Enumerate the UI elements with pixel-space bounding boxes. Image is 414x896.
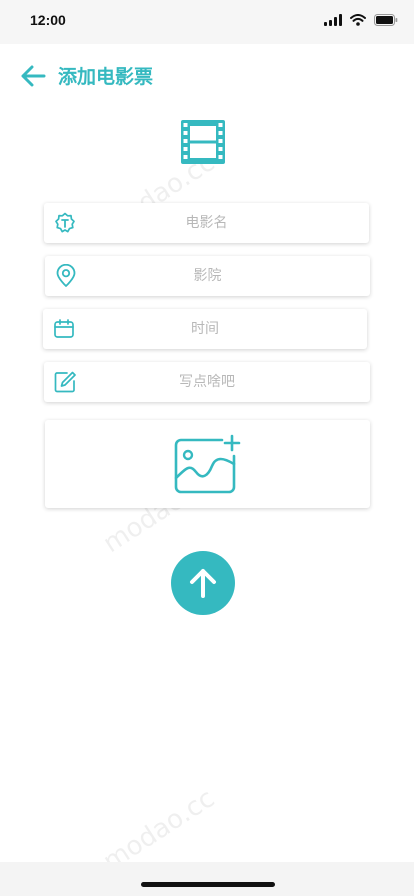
signal-icon bbox=[324, 14, 342, 26]
submit-button[interactable] bbox=[171, 551, 235, 615]
add-image-button[interactable] bbox=[45, 420, 370, 508]
watermark: modao.cc bbox=[98, 783, 220, 862]
time-field bbox=[43, 309, 367, 349]
cinema-input[interactable] bbox=[85, 256, 330, 296]
home-bar bbox=[0, 862, 414, 896]
calendar-icon bbox=[54, 319, 74, 338]
status-bar: 12:00 bbox=[0, 0, 414, 44]
text-badge-icon bbox=[55, 212, 75, 233]
arrow-left-icon bbox=[21, 65, 46, 86]
status-icons bbox=[324, 14, 398, 26]
battery-icon bbox=[374, 14, 398, 26]
edit-icon bbox=[54, 371, 76, 393]
home-indicator[interactable] bbox=[141, 882, 275, 887]
back-button[interactable] bbox=[20, 64, 48, 88]
movie-name-input[interactable] bbox=[84, 203, 329, 243]
wifi-icon bbox=[350, 14, 366, 26]
movie-name-field bbox=[44, 203, 369, 243]
status-time: 12:00 bbox=[30, 12, 66, 28]
note-input[interactable] bbox=[84, 362, 330, 402]
arrow-up-icon bbox=[190, 569, 216, 598]
add-image-icon bbox=[174, 434, 241, 494]
page-title: 添加电影票 bbox=[58, 66, 154, 88]
location-pin-icon bbox=[56, 264, 76, 287]
film-icon bbox=[181, 120, 225, 164]
time-input[interactable] bbox=[83, 309, 327, 349]
note-field bbox=[44, 362, 370, 402]
cinema-field bbox=[45, 256, 370, 296]
header: 添加电影票 bbox=[20, 62, 153, 89]
add-ticket-screen: modao.cc modao.cc modao.cc 添加电影票 bbox=[0, 44, 414, 862]
